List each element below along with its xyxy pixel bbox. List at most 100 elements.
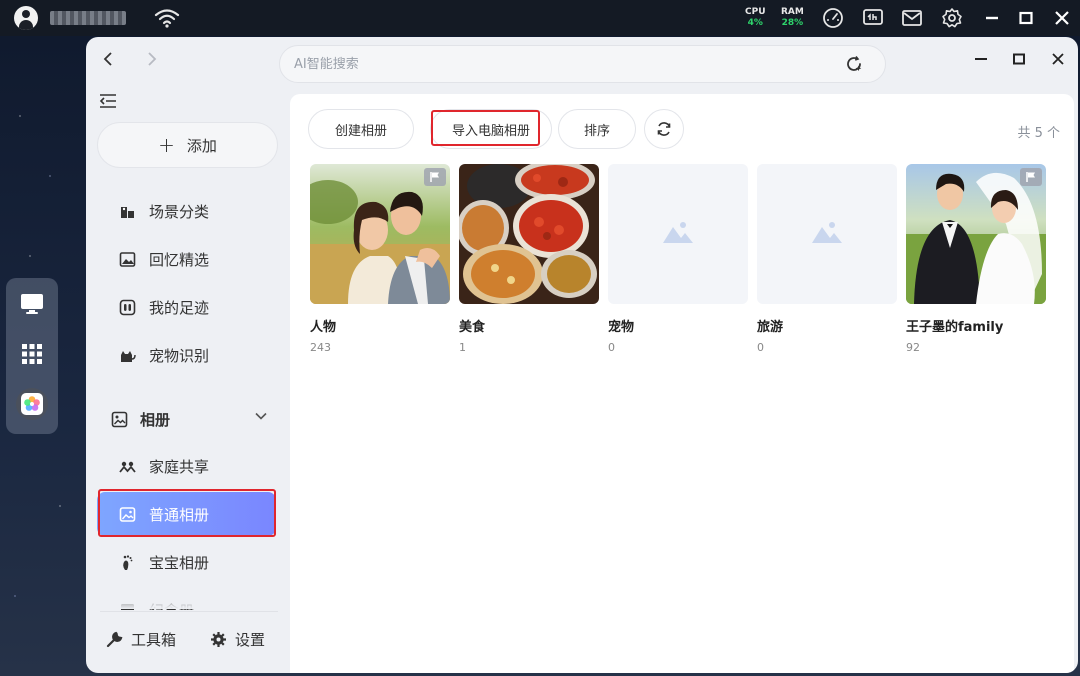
search-input[interactable] (294, 46, 814, 82)
gear-icon (211, 631, 226, 647)
ram-value: 28% (781, 18, 804, 28)
image-placeholder-icon (812, 222, 842, 243)
minimize-icon (975, 58, 987, 60)
album-photo-count: 0 (757, 341, 764, 354)
sidebar-collapse-icon[interactable] (98, 92, 118, 110)
sort-label: 排序 (583, 123, 610, 139)
album-cover-travel[interactable] (757, 164, 897, 304)
window-minimize-button[interactable] (969, 47, 993, 71)
window-close-button[interactable] (1046, 47, 1070, 71)
ai-refresh-icon[interactable] (845, 55, 863, 73)
close-icon[interactable] (1051, 7, 1073, 29)
album-cover-family[interactable] (906, 164, 1046, 304)
badge-flag-icon (1020, 168, 1042, 186)
sidebar-item-label: 我的足迹 (149, 299, 210, 317)
album-count: 共 5 个 (1017, 126, 1060, 141)
album-name: 人物 (310, 320, 337, 335)
wrench-icon (106, 631, 123, 647)
dock-photos-button[interactable] (16, 388, 48, 420)
grid-icon (22, 344, 42, 364)
sidebar-item-baby-album[interactable]: 宝宝相册 (97, 540, 276, 584)
forward-button[interactable] (140, 47, 164, 71)
maximize-icon (1013, 53, 1025, 65)
dock-apps-button[interactable] (16, 338, 48, 370)
sidebar-item-label: 回忆精选 (149, 251, 210, 269)
app-dock (6, 278, 58, 434)
settings-button[interactable]: 设置 (210, 627, 265, 651)
sidebar-item-normal-album[interactable]: 普通相册 (97, 492, 276, 536)
baby-foot-icon (123, 555, 133, 570)
footprint-icon (119, 299, 136, 316)
sidebar-group-label: 相册 (140, 411, 171, 429)
photo-app-window: + 添加 场景分类 回忆精选 我的足迹 宠物识别 相册 家庭共享 普通相册 宝宝… (86, 37, 1078, 673)
sidebar-item-footprints[interactable]: 我的足迹 (97, 285, 276, 329)
album-cover-food[interactable] (459, 164, 599, 304)
album-name: 旅游 (757, 320, 784, 335)
monitor-icon (21, 294, 43, 314)
cpu-value: 4% (747, 18, 763, 28)
username-blurred (50, 11, 126, 25)
sidebar-item-label: 普通相册 (149, 506, 210, 524)
settings-label: 设置 (235, 630, 266, 649)
toolbox-button[interactable]: 工具箱 (106, 627, 176, 651)
import-pc-album-button[interactable]: 导入电脑相册 (430, 109, 552, 149)
sidebar-scroll-fade (86, 589, 289, 609)
album-card-pets[interactable]: 宠物 0 (608, 164, 748, 354)
chevron-down-icon[interactable] (254, 409, 268, 423)
monitor-icon[interactable] (862, 7, 884, 29)
album-name: 宠物 (608, 320, 635, 335)
cpu-label: CPU (745, 7, 766, 17)
mail-icon[interactable] (901, 7, 923, 29)
wifi-icon[interactable] (154, 8, 180, 28)
chevron-right-icon (148, 52, 157, 66)
chevron-left-icon (103, 52, 112, 66)
sort-button[interactable]: 排序 (558, 109, 636, 149)
album-card-people[interactable]: 人物 243 (310, 164, 450, 354)
sidebar-item-label: 宝宝相册 (149, 554, 210, 572)
sidebar-item-label: 家庭共享 (149, 458, 210, 476)
album-photo-count: 1 (459, 341, 466, 354)
sidebar-item-label: 宠物识别 (149, 347, 210, 365)
gear-icon[interactable] (941, 7, 963, 29)
album-card-family[interactable]: 王子墨的family 92 (906, 164, 1046, 354)
album-content-panel: 创建相册 导入电脑相册 排序 共 5 个 人物 243 美食 1 宠物 0 旅游… (290, 94, 1074, 673)
ram-indicator: RAM 28% (781, 7, 804, 29)
album-cover-people[interactable] (310, 164, 450, 304)
album-name: 美食 (459, 320, 486, 335)
add-button-label: 添加 (186, 136, 217, 155)
user-avatar-icon[interactable] (14, 6, 38, 30)
badge-flag-icon (424, 168, 446, 186)
back-button[interactable] (96, 47, 120, 71)
food-photo-image (459, 164, 599, 304)
image-placeholder-icon (663, 222, 693, 243)
speedometer-icon[interactable] (822, 7, 844, 29)
sidebar-item-label: 场景分类 (149, 203, 210, 221)
refresh-icon (657, 122, 671, 136)
system-top-bar: CPU 4% RAM 28% (0, 0, 1080, 36)
create-album-button[interactable]: 创建相册 (308, 109, 414, 149)
sidebar-item-family[interactable]: 家庭共享 (97, 444, 276, 488)
sidebar-item-memories[interactable]: 回忆精选 (97, 237, 276, 281)
sidebar-group-albums[interactable]: 相册 (97, 397, 276, 441)
album-icon (111, 411, 128, 428)
album-photo-count: 0 (608, 341, 615, 354)
album-card-food[interactable]: 美食 1 (459, 164, 599, 354)
minimize-icon[interactable] (981, 7, 1003, 29)
album-cover-pets[interactable] (608, 164, 748, 304)
sidebar-item-pets[interactable]: 宠物识别 (97, 333, 276, 377)
family-icon (119, 461, 136, 473)
add-button[interactable]: + 添加 (97, 122, 278, 168)
maximize-icon[interactable] (1015, 7, 1037, 29)
watermark-tray (836, 633, 1052, 663)
plus-icon: + (158, 133, 175, 157)
toolbox-label: 工具箱 (131, 630, 177, 649)
sidebar-item-scene[interactable]: 场景分类 (97, 189, 276, 233)
search-bar (279, 45, 886, 83)
sidebar-divider (100, 611, 278, 612)
album-card-travel[interactable]: 旅游 0 (757, 164, 897, 354)
dock-desktop-button[interactable] (16, 288, 48, 320)
window-maximize-button[interactable] (1007, 47, 1031, 71)
close-icon (1052, 53, 1064, 65)
scene-icon (121, 207, 134, 218)
refresh-button[interactable] (644, 109, 684, 149)
